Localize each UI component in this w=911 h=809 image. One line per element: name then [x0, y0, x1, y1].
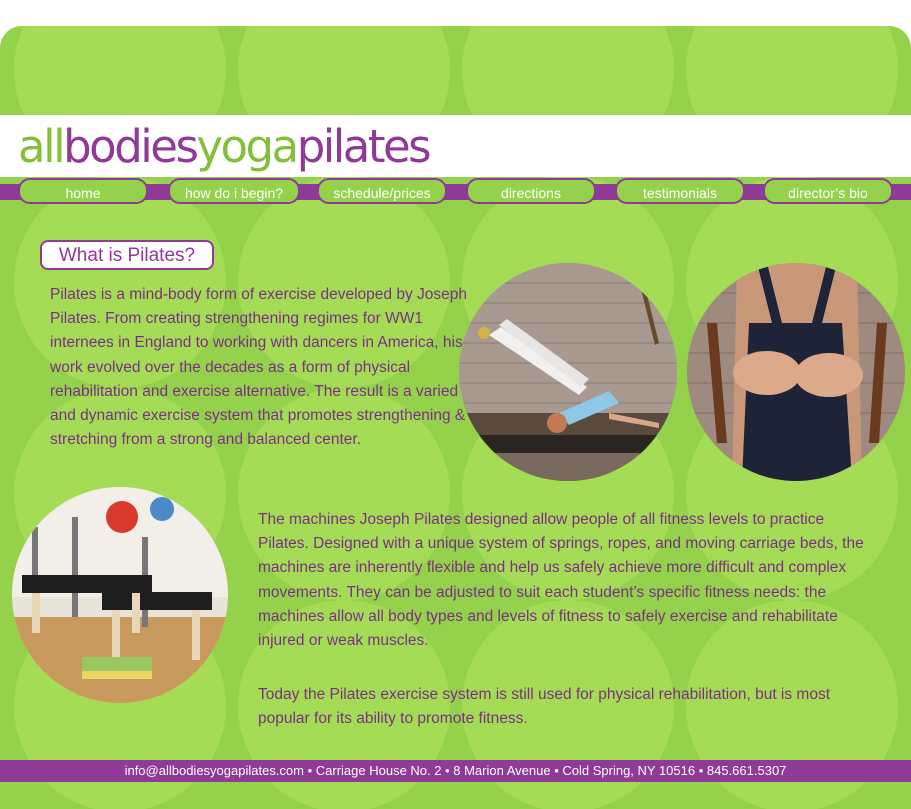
nav-how-do-i-begin[interactable]: how do i begin?: [168, 178, 300, 204]
site-logo[interactable]: allbodiesyogapilates: [18, 117, 432, 177]
nav-schedule-prices[interactable]: schedule/prices: [317, 178, 447, 204]
photo-breathing-hands: [687, 263, 905, 481]
logo-part-pilates: pilates: [296, 120, 432, 173]
photo-breathing-hands-image: [687, 263, 905, 481]
nav-home[interactable]: home: [18, 178, 148, 204]
nav-directors-bio[interactable]: director’s bio: [763, 178, 893, 204]
page-title: What is Pilates?: [40, 240, 214, 270]
photo-pilates-studio: [12, 487, 228, 703]
photo-reformer-exercise: [459, 263, 677, 481]
photo-pilates-studio-image: [12, 487, 228, 703]
today-paragraph: Today the Pilates exercise system is sti…: [258, 686, 831, 728]
nav-testimonials[interactable]: testimonials: [615, 178, 745, 204]
photo-reformer-exercise-image: [459, 263, 677, 481]
intro-paragraph: Pilates is a mind-body form of exercise …: [50, 286, 467, 449]
footer-contact: info@allbodiesyogapilates.com • Carriage…: [0, 760, 911, 782]
nav-directions[interactable]: directions: [466, 178, 596, 204]
machines-paragraph: The machines Joseph Pilates designed all…: [258, 511, 864, 650]
logo-part-yoga: yoga: [196, 120, 299, 173]
logo-part-all: all: [18, 120, 66, 173]
logo-part-bodies: bodies: [63, 120, 199, 173]
